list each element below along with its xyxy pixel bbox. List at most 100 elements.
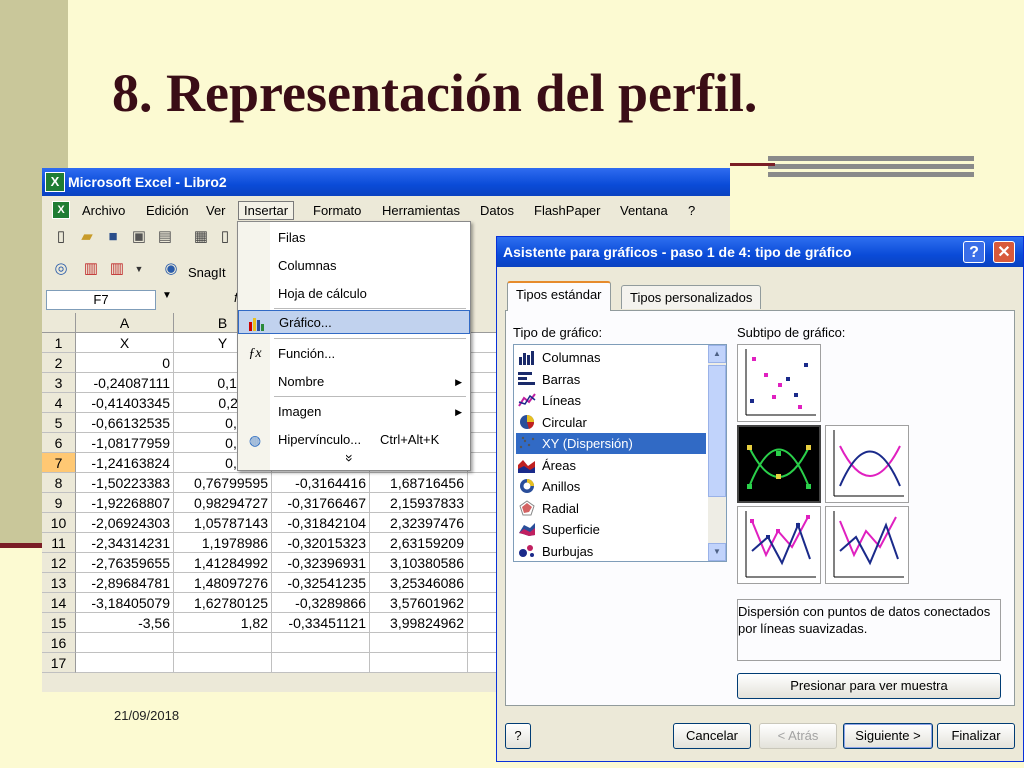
grid-cell[interactable]: -1,50223383 [76,473,174,493]
grid-cell[interactable]: -1,92268807 [76,493,174,513]
menu-ventana[interactable]: Ventana [620,203,668,218]
snagit-label[interactable]: SnagIt [188,265,226,280]
grid-cell[interactable]: -0,32396931 [272,553,370,573]
row-header[interactable]: 13 [42,573,76,593]
grid-cell[interactable]: 0,76799595 [174,473,272,493]
grid-cell[interactable]: -2,76359655 [76,553,174,573]
grid-cell[interactable]: 1,82 [174,613,272,633]
finish-button[interactable]: Finalizar [937,723,1015,749]
row-header[interactable]: 6 [42,433,76,453]
grid-cell[interactable] [76,633,174,653]
grid-cell[interactable]: 0 [76,353,174,373]
chart-type-scrollbar[interactable]: ▲ ▼ [708,345,726,561]
grid-cell[interactable]: -2,89684781 [76,573,174,593]
grid-cell[interactable] [272,633,370,653]
grid-cell[interactable]: 1,62780125 [174,593,272,613]
name-box[interactable]: F7 [46,290,156,310]
menu-flashpaper[interactable]: FlashPaper [534,203,600,218]
grid-cell[interactable]: -0,3164416 [272,473,370,493]
print-icon[interactable]: ▦ [192,228,210,246]
email-icon[interactable]: ▤ [156,228,174,246]
menu-insertar[interactable]: Insertar [238,201,295,220]
menu-datos[interactable]: Datos [480,203,514,218]
grid-cell[interactable]: -3,56 [76,613,174,633]
grid-cell[interactable]: -2,34314231 [76,533,174,553]
grid-cell[interactable] [76,653,174,673]
grid-cell[interactable]: -0,41403345 [76,393,174,413]
print-preview-icon[interactable]: ▯ [216,228,234,246]
grid-cell[interactable]: 1,1978986 [174,533,272,553]
grid-cell[interactable] [174,653,272,673]
grid-cell[interactable]: 2,63159209 [370,533,468,553]
grid-cell[interactable] [272,653,370,673]
chart-type-circular[interactable]: Circular [516,412,706,433]
row-header[interactable]: 7 [42,453,76,473]
excel-titlebar[interactable]: X Microsoft Excel - Libro2 [42,168,730,196]
grid-cell[interactable]: 0,98294727 [174,493,272,513]
scroll-thumb[interactable] [708,365,726,497]
grid-cell[interactable]: -2,06924303 [76,513,174,533]
help-button[interactable]: ? [963,241,985,263]
menu-item-filas[interactable]: Filas [238,226,470,250]
menu-item-hipervinculo[interactable]: ◍ Hipervínculo... Ctrl+Alt+K [238,428,470,452]
chart-type-areas[interactable]: Áreas [516,455,706,476]
name-box-dropdown-icon[interactable]: ▼ [162,290,172,301]
menu-herramientas[interactable]: Herramientas [382,203,460,218]
menu-help[interactable]: ? [688,203,695,218]
office-assistant-help-icon[interactable]: ? [505,723,531,749]
row-header[interactable]: 2 [42,353,76,373]
menu-archivo[interactable]: Archivo [82,203,125,218]
grid-cell[interactable]: -3,18405079 [76,593,174,613]
row-header[interactable]: 10 [42,513,76,533]
subtype-scatter-markers[interactable] [737,344,821,422]
grid-cell[interactable]: -0,32015323 [272,533,370,553]
menu-edicion[interactable]: Edición [146,203,189,218]
row-header[interactable]: 4 [42,393,76,413]
row-header[interactable]: 15 [42,613,76,633]
chart-type-columnas[interactable]: Columnas [516,347,706,368]
chart-type-burbujas[interactable]: Burbujas [516,541,706,562]
grid-cell[interactable]: -0,24087111 [76,373,174,393]
grid-cell[interactable]: -0,33451121 [272,613,370,633]
row-header[interactable]: 14 [42,593,76,613]
menu-item-grafico[interactable]: Gráfico... [238,310,470,334]
grid-cell[interactable]: 1,68716456 [370,473,468,493]
menu-item-columnas[interactable]: Columnas [238,254,470,278]
menu-item-hoja-de-calculo[interactable]: Hoja de cálculo [238,282,470,306]
workbook-icon[interactable]: X [52,201,70,219]
grid-cell[interactable]: 3,99824962 [370,613,468,633]
expand-menu-chevron-icon[interactable]: » [342,454,358,462]
grid-cell[interactable]: X [76,333,174,353]
tab-tipos-estandar[interactable]: Tipos estándar [507,281,611,311]
permission-icon[interactable]: ▣ [130,228,148,246]
back-button[interactable]: < Atrás [759,723,837,749]
chart-type-anillos[interactable]: Anillos [516,476,706,497]
save-icon[interactable]: ■ [104,228,122,246]
network-icon[interactable]: ◎ [52,260,70,278]
grid-cell[interactable] [370,653,468,673]
row-header[interactable]: 5 [42,413,76,433]
preview-sample-button[interactable]: Presionar para ver muestra [737,673,1001,699]
grid-cell[interactable]: 2,32397476 [370,513,468,533]
chart-type-barras[interactable]: Barras [516,369,706,390]
grid-cell[interactable]: 3,57601962 [370,593,468,613]
column-header-a[interactable]: A [76,313,174,333]
grid-cell[interactable]: 1,41284992 [174,553,272,573]
chart-type-superficie[interactable]: Superficie [516,519,706,540]
subtype-lines-markers[interactable] [737,506,821,584]
open-folder-icon[interactable]: ▰ [78,228,96,246]
new-document-icon[interactable]: ▯ [52,228,70,246]
grid-cell[interactable]: 1,05787143 [174,513,272,533]
row-header[interactable]: 11 [42,533,76,553]
snagit-icon[interactable]: ◉ [162,260,180,278]
row-header[interactable]: 12 [42,553,76,573]
subtype-smoothed-lines[interactable] [825,425,909,503]
scroll-down-icon[interactable]: ▼ [708,543,726,561]
grid-cell[interactable]: -0,31842104 [272,513,370,533]
chart-type-xy-dispersion[interactable]: XY (Dispersión) [516,433,706,454]
chart-type-list[interactable]: Columnas Barras Líneas Circular XY (Dispersi… [513,344,727,562]
pdf-options-icon[interactable]: ▥ [108,260,126,278]
row-header[interactable]: 9 [42,493,76,513]
next-button[interactable]: Siguiente > [843,723,933,749]
grid-cell[interactable]: -0,31766467 [272,493,370,513]
